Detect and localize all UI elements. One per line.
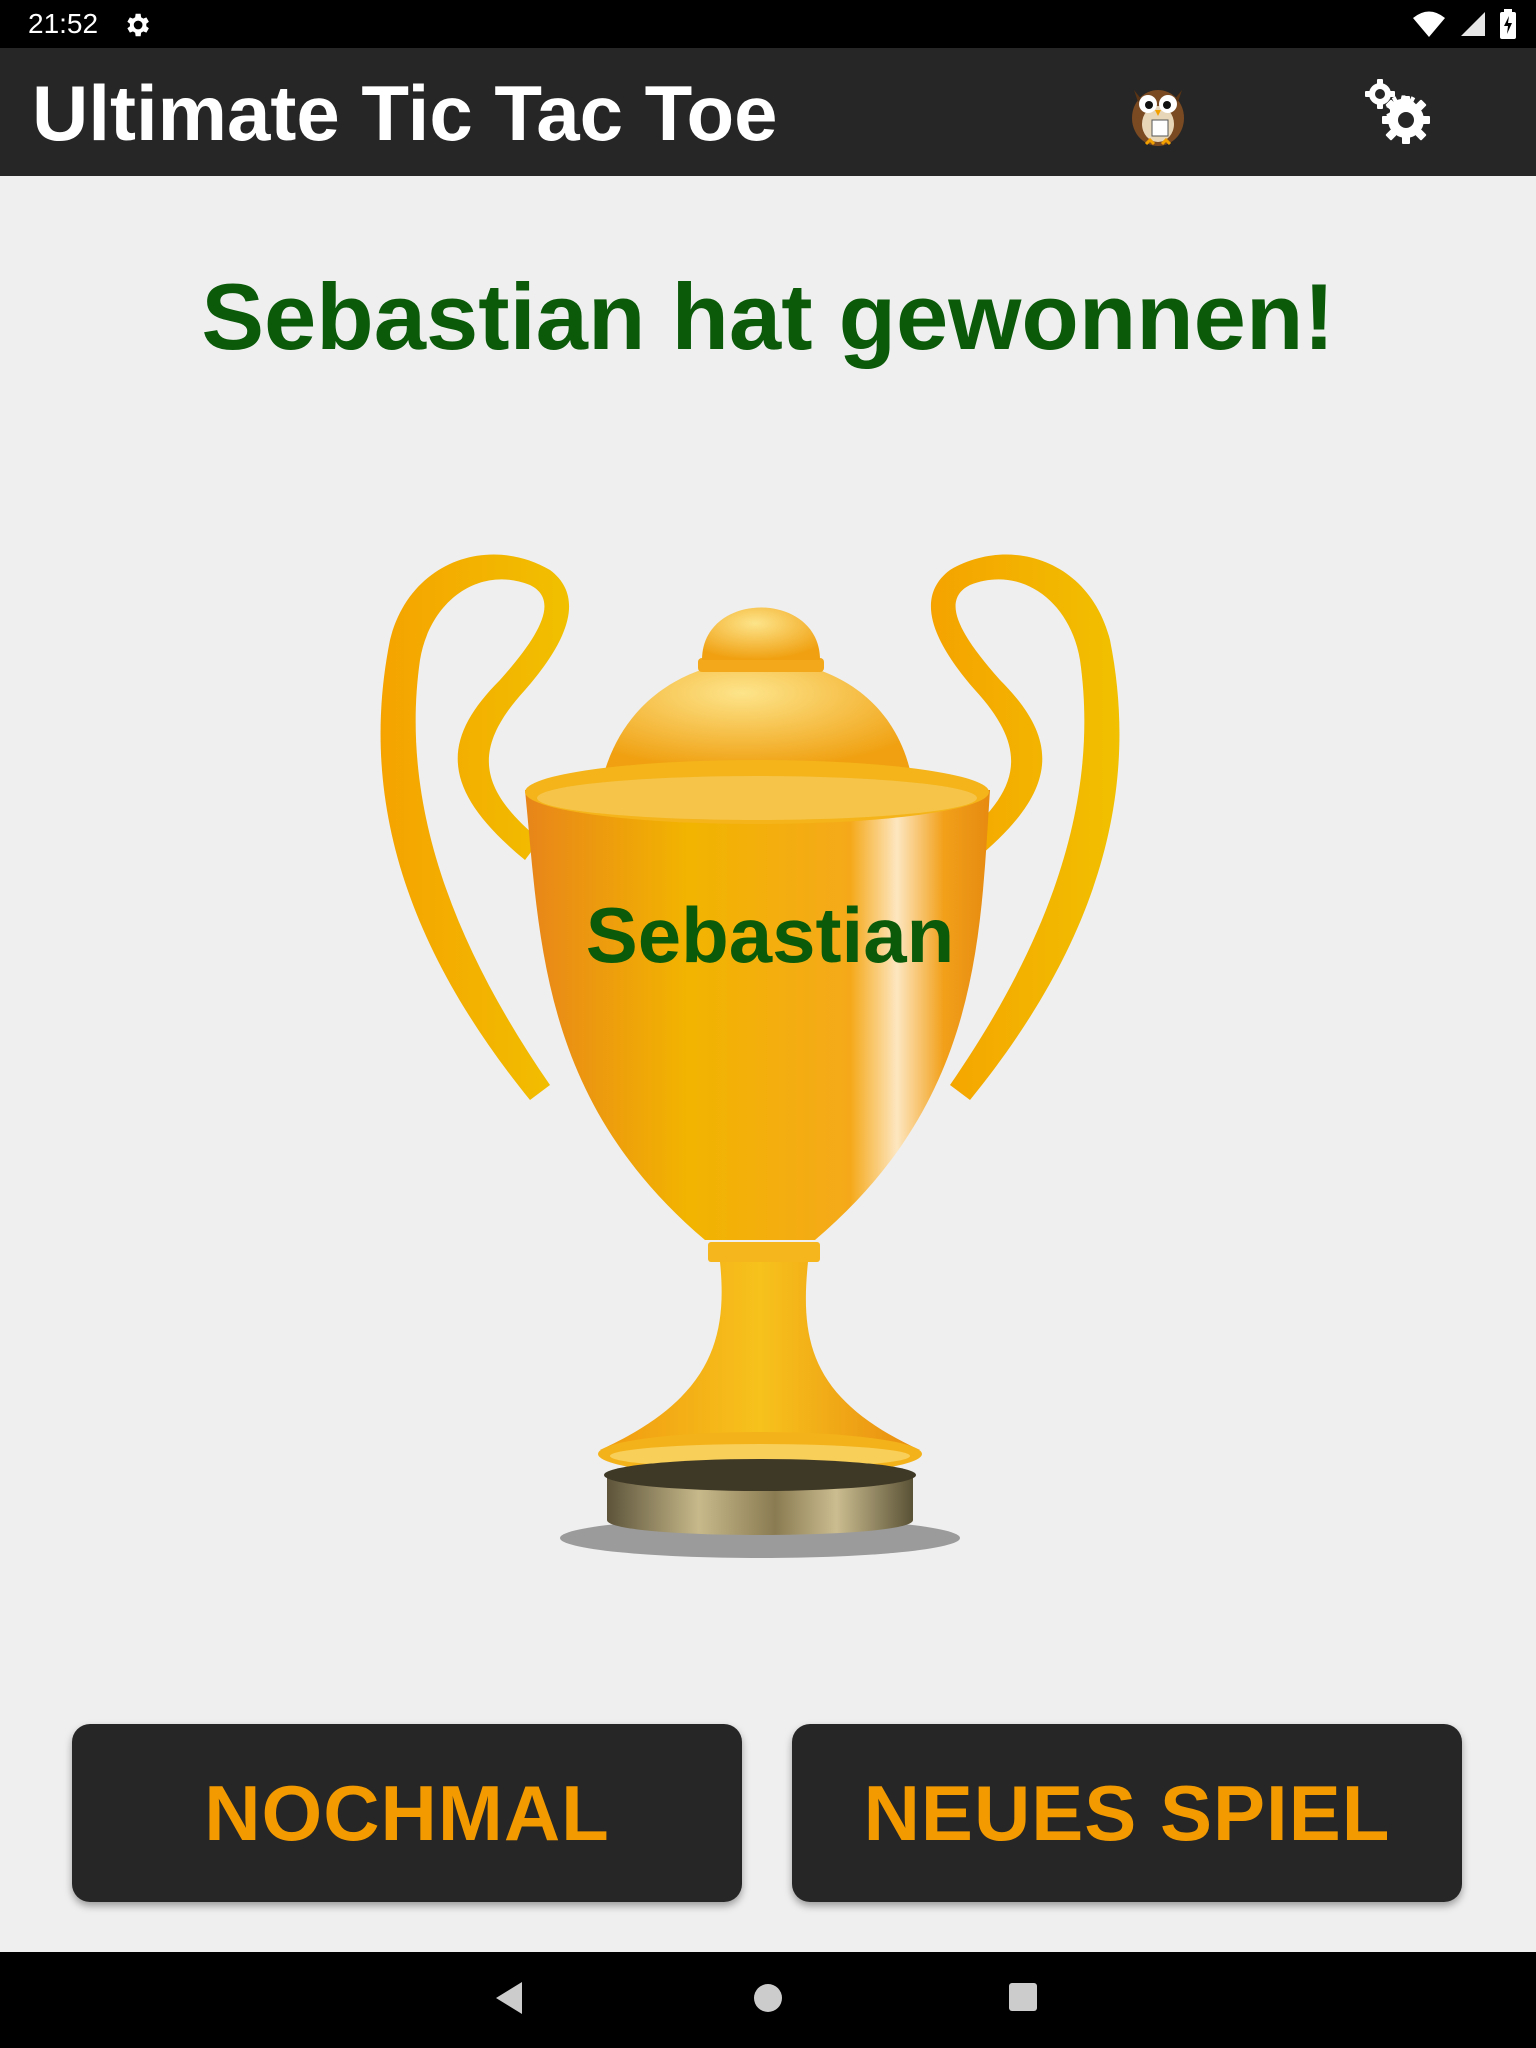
cell-signal-icon <box>1461 12 1485 36</box>
app-toolbar: Ultimate Tic Tac Toe <box>0 48 1536 176</box>
status-time: 21:52 <box>28 8 99 39</box>
wifi-icon <box>1413 11 1445 37</box>
owl-icon[interactable] <box>1124 76 1192 148</box>
new-game-label: NEUES SPIEL <box>863 1768 1391 1857</box>
new-game-button[interactable]: NEUES SPIEL <box>792 1724 1462 1902</box>
recents-icon[interactable] <box>1008 1982 1038 2012</box>
play-again-button[interactable]: NOCHMAL <box>72 1724 742 1902</box>
settings-icon[interactable] <box>1362 78 1432 148</box>
app-title: Ultimate Tic Tac Toe <box>32 69 778 157</box>
system-navigation-bar <box>0 1952 1536 2048</box>
battery-icon <box>1500 9 1516 39</box>
winner-heading: Sebastian hat gewonnen! <box>201 264 1335 369</box>
play-again-label: NOCHMAL <box>204 1768 610 1857</box>
trophy-icon <box>380 554 1120 1558</box>
status-settings-icon <box>127 13 149 37</box>
trophy-winner-name: Sebastian <box>585 891 955 979</box>
home-icon[interactable] <box>752 1982 784 2014</box>
status-bar: 21:52 <box>0 0 1536 48</box>
status-indicators <box>1412 8 1516 40</box>
back-icon[interactable] <box>494 1980 524 2016</box>
